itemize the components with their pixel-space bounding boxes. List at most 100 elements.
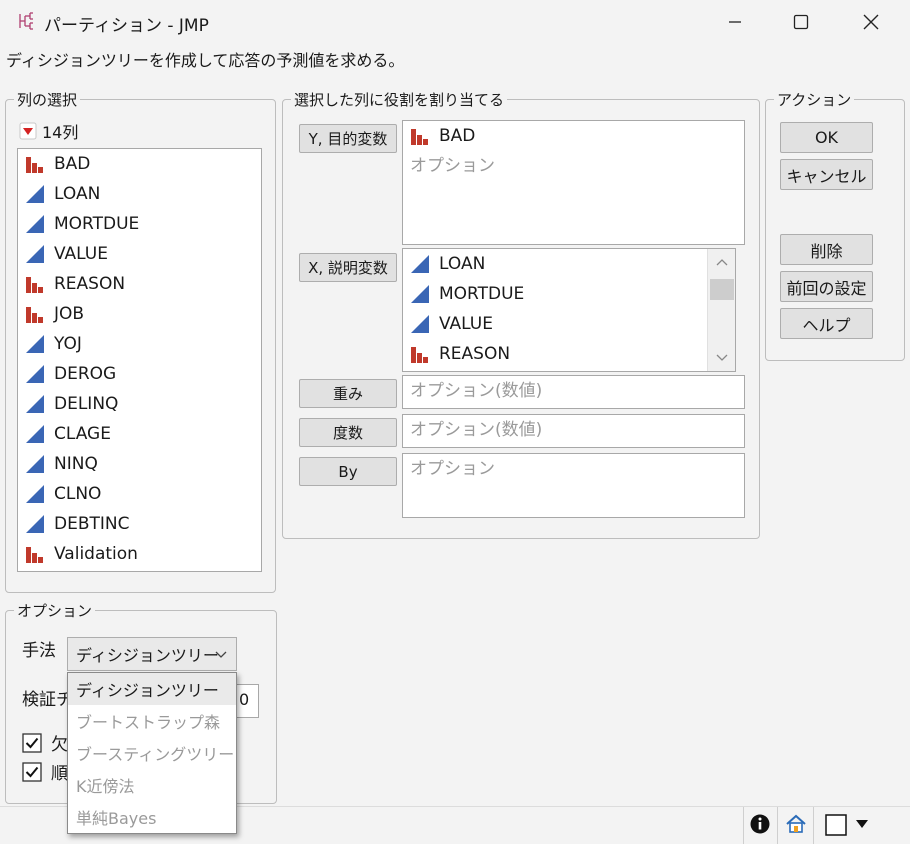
- scroll-up-icon[interactable]: [708, 253, 736, 271]
- app-icon: [19, 12, 33, 30]
- checkbox-checked-icon[interactable]: [22, 761, 42, 782]
- y-role-box[interactable]: BAD オプション: [402, 120, 745, 245]
- column-selection-legend: 列の選択: [17, 91, 78, 109]
- scroll-down-icon[interactable]: [708, 349, 736, 367]
- column-item[interactable]: VALUE: [18, 239, 261, 269]
- freq-role-box[interactable]: オプション(数値): [402, 414, 745, 448]
- recall-button[interactable]: 前回の設定: [780, 271, 873, 302]
- column-item[interactable]: NINQ: [18, 449, 261, 479]
- option-checkbox-2[interactable]: 順: [22, 759, 68, 784]
- column-name: NINQ: [54, 454, 98, 474]
- ok-button[interactable]: OK: [780, 122, 873, 153]
- column-item[interactable]: DELINQ: [18, 389, 261, 419]
- nominal-icon: [411, 129, 428, 145]
- column-item[interactable]: CLNO: [18, 479, 261, 509]
- column-item[interactable]: REASON: [18, 269, 261, 299]
- weight-role-box[interactable]: オプション(数値): [402, 375, 745, 409]
- column-item[interactable]: Validation: [18, 539, 261, 569]
- close-button[interactable]: [848, 0, 894, 44]
- x-role-item-name: LOAN: [439, 254, 486, 274]
- continuous-icon: [26, 335, 44, 353]
- scroll-thumb[interactable]: [710, 279, 734, 300]
- minimize-icon: [729, 21, 741, 23]
- method-dropdown-list[interactable]: ディシジョンツリー ブートストラップ森 ブースティングツリー K近傍法 単純Bayes: [67, 672, 237, 834]
- column-count-header[interactable]: 14列: [19, 119, 78, 143]
- continuous-icon: [26, 185, 44, 203]
- by-role-box[interactable]: オプション: [402, 453, 745, 518]
- x-role-box[interactable]: LOAN MORTDUE VALUE REASON: [402, 248, 736, 372]
- x-role-item[interactable]: VALUE: [403, 309, 735, 339]
- help-button[interactable]: ヘルプ: [780, 308, 873, 339]
- x-role-item-name: MORTDUE: [439, 284, 525, 304]
- column-name: CLAGE: [54, 424, 111, 444]
- x-role-item[interactable]: LOAN: [403, 249, 735, 279]
- x-role-item-name: VALUE: [439, 314, 493, 334]
- minimize-button[interactable]: [712, 0, 758, 44]
- title-bar: パーティション - JMP: [0, 0, 910, 44]
- maximize-button[interactable]: [778, 0, 824, 44]
- dropdown-arrow-icon[interactable]: [855, 819, 869, 829]
- window-icon[interactable]: [825, 814, 847, 836]
- weight-role-button[interactable]: 重み: [299, 379, 397, 408]
- column-name: DEBTINC: [54, 514, 130, 534]
- x-role-item-name: REASON: [439, 344, 511, 364]
- roles-legend: 選択した列に役割を割り当てる: [294, 91, 505, 109]
- home-icon[interactable]: [785, 813, 807, 835]
- cancel-button[interactable]: キャンセル: [780, 159, 873, 190]
- column-item[interactable]: DEROG: [18, 359, 261, 389]
- checkbox-2-label: 順: [51, 764, 68, 784]
- red-triangle-icon[interactable]: [19, 122, 37, 140]
- checkbox-checked-icon[interactable]: [22, 732, 42, 753]
- weight-role-placeholder: オプション(数値): [410, 381, 543, 401]
- method-option[interactable]: ディシジョンツリー: [68, 673, 236, 705]
- column-name: YOJ: [54, 334, 82, 354]
- column-item[interactable]: CLAGE: [18, 419, 261, 449]
- column-item[interactable]: YOJ: [18, 329, 261, 359]
- column-name: REASON: [54, 274, 126, 294]
- column-item[interactable]: JOB: [18, 299, 261, 329]
- by-role-placeholder: オプション: [410, 459, 495, 479]
- validation-field[interactable]: 0: [236, 684, 259, 718]
- column-item[interactable]: MORTDUE: [18, 209, 261, 239]
- column-item[interactable]: BAD: [18, 149, 261, 179]
- close-icon: [863, 14, 879, 30]
- y-role-item[interactable]: BAD: [403, 121, 744, 151]
- x-role-item[interactable]: REASON: [403, 339, 735, 369]
- checkbox-1-label: 欠: [51, 735, 68, 755]
- column-name: VALUE: [54, 244, 108, 264]
- validation-label: 検証チ: [22, 690, 73, 710]
- freq-role-button[interactable]: 度数: [299, 418, 397, 447]
- maximize-icon: [793, 14, 809, 30]
- continuous-icon: [26, 425, 44, 443]
- options-legend: オプション: [17, 602, 93, 620]
- x-role-item[interactable]: MORTDUE: [403, 279, 735, 309]
- column-name: DELINQ: [54, 394, 119, 414]
- option-checkbox-1[interactable]: 欠: [22, 730, 68, 755]
- continuous-icon: [26, 455, 44, 473]
- method-option[interactable]: ブートストラップ森: [68, 705, 236, 737]
- method-option[interactable]: 単純Bayes: [68, 801, 236, 833]
- window-title: パーティション - JMP: [44, 16, 209, 36]
- column-item[interactable]: LOAN: [18, 179, 261, 209]
- actions-legend: アクション: [777, 91, 852, 109]
- x-role-scrollbar[interactable]: [707, 249, 735, 371]
- nominal-icon: [26, 547, 43, 563]
- freq-role-placeholder: オプション(数値): [410, 420, 543, 440]
- column-name: BAD: [54, 154, 91, 174]
- method-select[interactable]: ディシジョンツリー: [67, 637, 237, 671]
- column-list[interactable]: BAD LOAN MORTDUE VALUE REASON JOB YOJ DEROG DELI…: [17, 148, 262, 572]
- nominal-icon: [26, 157, 43, 173]
- method-option[interactable]: ブースティングツリー: [68, 737, 236, 769]
- column-name: Validation: [54, 544, 138, 564]
- chevron-down-icon: [215, 651, 227, 658]
- y-role-button[interactable]: Y, 目的変数: [299, 124, 397, 153]
- column-name: JOB: [54, 304, 85, 324]
- method-option[interactable]: K近傍法: [68, 769, 236, 801]
- remove-button[interactable]: 削除: [780, 234, 873, 265]
- info-icon[interactable]: [749, 813, 771, 835]
- column-name: LOAN: [54, 184, 101, 204]
- by-role-button[interactable]: By: [299, 457, 397, 486]
- x-role-button[interactable]: X, 説明変数: [299, 253, 397, 282]
- column-item[interactable]: DEBTINC: [18, 509, 261, 539]
- nominal-icon: [26, 307, 43, 323]
